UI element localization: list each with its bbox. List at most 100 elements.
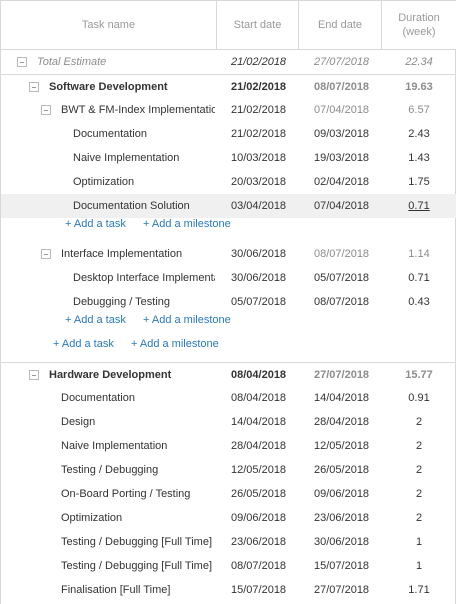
duration-cell: 1 — [415, 536, 423, 548]
collapse-icon[interactable] — [29, 370, 39, 380]
start-date-cell: 08/04/2018 — [231, 369, 287, 381]
add-milestone-link[interactable]: + Add a milestone — [131, 338, 219, 350]
end-date-cell: 08/07/2018 — [314, 81, 370, 93]
start-date-cell: 10/03/2018 — [231, 152, 287, 164]
task-name-text: BWT & FM-Index Implementation — [61, 104, 215, 116]
task-name: Documentation — [61, 392, 135, 404]
column-header-label: End date — [317, 19, 363, 31]
collapse-icon[interactable] — [29, 82, 39, 92]
task-name: On-Board Porting / Testing — [61, 488, 191, 500]
end-date-cell: 08/07/2018 — [314, 296, 370, 308]
task-row[interactable]: Testing / Debugging 12/05/2018 26/05/201… — [1, 458, 456, 482]
end-date-cell: 07/04/2018 — [314, 200, 370, 212]
end-date-cell: 14/04/2018 — [314, 392, 370, 404]
start-date-cell: 20/03/2018 — [231, 176, 287, 188]
task-row[interactable]: Documentation 08/04/2018 14/04/2018 0.91 — [1, 386, 456, 410]
task-row[interactable]: On-Board Porting / Testing 26/05/2018 09… — [1, 482, 456, 506]
task-row[interactable]: Documentation 21/02/2018 09/03/2018 2.43 — [1, 122, 456, 146]
column-header-label: Task name — [81, 19, 136, 31]
task-name: Naive Implementation — [61, 440, 168, 452]
task-name-cell: Hardware Development — [1, 363, 215, 387]
task-row[interactable]: Desktop Interface Implementati 30/06/201… — [1, 266, 456, 290]
duration-edit-value[interactable]: 0.71 — [408, 200, 429, 212]
start-date-cell: 09/06/2018 — [231, 512, 287, 524]
add-row: + Add a task + Add a milestone — [1, 314, 456, 338]
collapse-icon[interactable] — [41, 249, 51, 259]
start-date-cell: 15/07/2018 — [231, 584, 287, 596]
end-date-cell: 09/03/2018 — [314, 128, 370, 140]
column-header-duration[interactable]: Duration (week) — [382, 1, 456, 49]
add-task-link[interactable]: + Add a task — [53, 338, 114, 350]
task-row-bwt-fm-index[interactable]: BWT & FM-Index Implementation 21/02/2018… — [1, 98, 456, 122]
task-name-cell: Interface Implementation — [1, 242, 215, 266]
duration-cell: 1.71 — [408, 584, 430, 596]
collapse-icon[interactable] — [17, 57, 27, 67]
end-date-cell: 30/06/2018 — [314, 536, 370, 548]
end-date-cell: 07/04/2018 — [314, 104, 370, 116]
add-milestone-link[interactable]: + Add a milestone — [143, 314, 231, 326]
task-row[interactable]: Debugging / Testing 05/07/2018 08/07/201… — [1, 290, 456, 314]
task-row-hardware-development[interactable]: Hardware Development 08/04/2018 27/07/20… — [1, 362, 456, 386]
end-date-cell: 26/05/2018 — [314, 464, 370, 476]
task-row-interface-implementation[interactable]: Interface Implementation 30/06/2018 08/0… — [1, 242, 456, 266]
task-name-cell: Design — [1, 410, 215, 434]
task-row[interactable]: Design 14/04/2018 28/04/2018 2 — [1, 410, 456, 434]
task-name-cell: Naive Implementation — [1, 146, 215, 170]
end-date-cell: 27/07/2018 — [314, 56, 370, 68]
task-name: Software Development — [49, 81, 168, 93]
duration-cell: 2 — [415, 440, 423, 452]
task-row[interactable]: Optimization 09/06/2018 23/06/2018 2 — [1, 506, 456, 530]
task-name-cell: Total Estimate — [1, 50, 215, 74]
task-name: Desktop Interface Implementati — [73, 272, 215, 284]
task-name: BWT & FM-Index Implementation — [61, 98, 215, 122]
duration-cell: 2 — [415, 416, 423, 428]
task-row[interactable]: Testing / Debugging [Full Time] 23/06/20… — [1, 530, 456, 554]
add-task-link[interactable]: + Add a task — [65, 314, 126, 326]
start-date-cell: 30/06/2018 — [231, 272, 287, 284]
column-header-end-date[interactable]: End date — [299, 1, 382, 49]
task-name: Documentation Solution — [73, 200, 190, 212]
duration-cell: 19.63 — [405, 81, 433, 93]
add-milestone-link[interactable]: + Add a milestone — [143, 218, 231, 230]
duration-cell: 2.43 — [408, 128, 430, 140]
task-name-cell: Testing / Debugging [Full Time] — [1, 530, 215, 554]
add-row: + Add a task + Add a milestone — [1, 218, 456, 242]
start-date-cell: 23/06/2018 — [231, 536, 287, 548]
start-date-cell: 21/02/2018 — [231, 81, 287, 93]
column-header-label: Duration — [398, 12, 440, 24]
task-name-cell: Testing / Debugging — [1, 458, 215, 482]
end-date-cell: 05/07/2018 — [314, 272, 370, 284]
duration-cell: 0.43 — [408, 296, 430, 308]
task-row[interactable]: Optimization 20/03/2018 02/04/2018 1.75 — [1, 170, 456, 194]
task-name-cell: On-Board Porting / Testing — [1, 482, 215, 506]
duration-cell: 6.57 — [408, 104, 430, 116]
start-date-cell: 21/02/2018 — [231, 104, 287, 116]
start-date-cell: 08/04/2018 — [231, 392, 287, 404]
column-header-start-date[interactable]: Start date — [217, 1, 299, 49]
task-name-cell: Debugging / Testing — [1, 290, 215, 314]
collapse-icon[interactable] — [41, 105, 51, 115]
end-date-cell: 09/06/2018 — [314, 488, 370, 500]
task-row[interactable]: Naive Implementation 28/04/2018 12/05/20… — [1, 434, 456, 458]
task-name-cell: Testing / Debugging [Full Time] — [1, 554, 215, 578]
start-date-cell: 03/04/2018 — [231, 200, 287, 212]
duration-cell[interactable]: 0.71 — [382, 194, 456, 218]
task-row-selected[interactable]: Documentation Solution 03/04/2018 07/04/… — [1, 194, 456, 218]
task-row-software-development[interactable]: Software Development 21/02/2018 08/07/20… — [1, 74, 456, 98]
add-task-link[interactable]: + Add a task — [65, 218, 126, 230]
duration-cell: 15.77 — [405, 369, 433, 381]
task-name: Debugging / Testing — [73, 296, 171, 308]
task-name-cell: Optimization — [1, 170, 215, 194]
start-date-cell: 21/02/2018 — [231, 128, 287, 140]
task-row[interactable]: Testing / Debugging [Full Time] 08/07/20… — [1, 554, 456, 578]
task-name: Optimization — [73, 176, 135, 188]
duration-cell: 2 — [415, 512, 423, 524]
task-name-cell: Documentation — [1, 122, 215, 146]
task-row[interactable]: Finalisation [Full Time] 15/07/2018 27/0… — [1, 578, 456, 602]
task-row-total-estimate[interactable]: Total Estimate 21/02/2018 27/07/2018 22.… — [1, 50, 456, 74]
task-name-cell: Finalisation [Full Time] — [1, 578, 215, 602]
column-header-task-name[interactable]: Task name — [1, 1, 217, 49]
start-date-cell: 21/02/2018 — [231, 56, 287, 68]
duration-cell: 2 — [415, 488, 423, 500]
task-row[interactable]: Naive Implementation 10/03/2018 19/03/20… — [1, 146, 456, 170]
